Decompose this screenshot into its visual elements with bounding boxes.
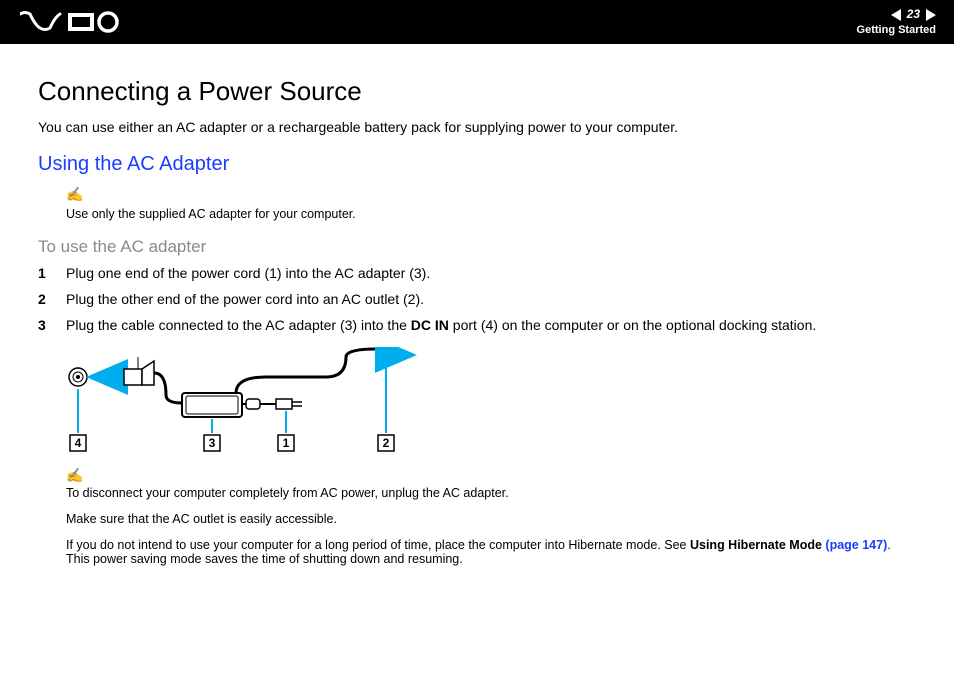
next-page-icon[interactable] — [926, 9, 936, 21]
step-item: 2 Plug the other end of the power cord i… — [38, 291, 916, 307]
hibernate-mode-link[interactable]: (page 147) — [825, 538, 887, 552]
note4-bold: Using Hibernate Mode — [690, 538, 825, 552]
section-heading: Using the AC Adapter — [38, 153, 916, 176]
step-number: 2 — [38, 291, 66, 307]
note-text-4: If you do not intend to use your compute… — [66, 538, 916, 566]
footer-notes: ✍ To disconnect your computer completely… — [66, 467, 916, 566]
ac-adapter-diagram: 4 3 1 2 — [66, 347, 916, 457]
diagram-label-1: 1 — [283, 436, 290, 450]
note-icon: ✍ — [66, 467, 916, 484]
step-number: 1 — [38, 265, 66, 281]
step-list: 1 Plug one end of the power cord (1) int… — [38, 265, 916, 333]
diagram-label-4: 4 — [75, 436, 82, 450]
diagram-label-3: 3 — [209, 436, 216, 450]
step-text: Plug the other end of the power cord int… — [66, 291, 424, 307]
step3-before: Plug the cable connected to the AC adapt… — [66, 317, 411, 333]
page-number: 23 — [907, 7, 920, 23]
header-bar: 23 Getting Started — [0, 0, 954, 44]
note4-before: If you do not intend to use your compute… — [66, 538, 690, 552]
page-title: Connecting a Power Source — [38, 76, 916, 107]
section-label: Getting Started — [857, 23, 936, 37]
note-block-1: ✍ Use only the supplied AC adapter for y… — [66, 186, 916, 223]
page-content: Connecting a Power Source You can use ei… — [0, 44, 954, 566]
note-text-1: Use only the supplied AC adapter for you… — [66, 207, 356, 221]
step-text: Plug the cable connected to the AC adapt… — [66, 317, 816, 333]
procedure-heading: To use the AC adapter — [38, 237, 916, 257]
header-right: 23 Getting Started — [857, 7, 936, 37]
step-item: 3 Plug the cable connected to the AC ada… — [38, 317, 916, 333]
prev-page-icon[interactable] — [891, 9, 901, 21]
step-item: 1 Plug one end of the power cord (1) int… — [38, 265, 916, 281]
step3-after: port (4) on the computer or on the optio… — [449, 317, 816, 333]
note-text-2: To disconnect your computer completely f… — [66, 486, 916, 500]
note-icon: ✍ — [66, 186, 916, 203]
step-number: 3 — [38, 317, 66, 333]
diagram-label-2: 2 — [383, 436, 390, 450]
vaio-logo — [20, 11, 120, 33]
step3-bold: DC IN — [411, 317, 449, 333]
note-text-3: Make sure that the AC outlet is easily a… — [66, 512, 916, 526]
intro-text: You can use either an AC adapter or a re… — [38, 119, 916, 135]
step-text: Plug one end of the power cord (1) into … — [66, 265, 430, 281]
